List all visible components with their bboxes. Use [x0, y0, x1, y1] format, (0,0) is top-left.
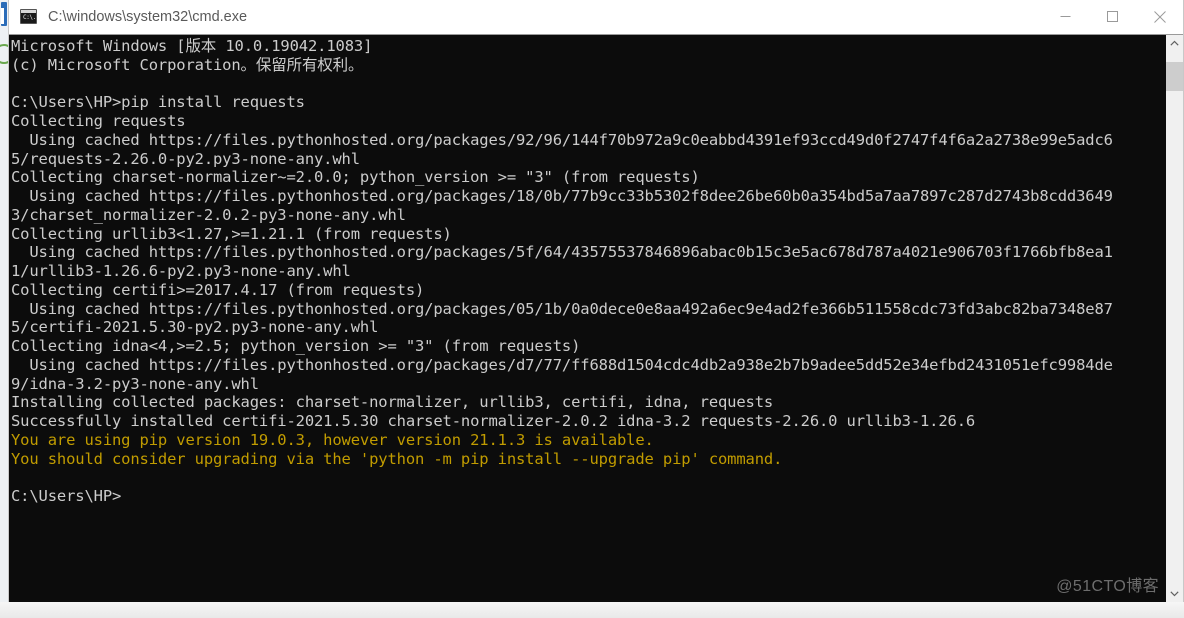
minimize-icon — [1060, 16, 1071, 17]
chevron-up-icon — [1170, 40, 1179, 46]
console-line: (c) Microsoft Corporation。保留所有权利。 — [11, 55, 364, 74]
background-window-fragment-blue — [1, 2, 7, 26]
console-line: Using cached https://files.pythonhosted.… — [11, 130, 1113, 149]
console-line: 5/certifi-2021.5.30-py2.py3-none-any.whl — [11, 318, 379, 337]
background-window-edge — [0, 0, 14, 618]
cmd-icon: C:\. — [20, 9, 37, 24]
console-line: Using cached https://files.pythonhosted.… — [11, 187, 1113, 205]
chevron-down-icon — [1170, 591, 1179, 597]
close-icon — [1153, 10, 1166, 23]
maximize-icon — [1107, 11, 1118, 22]
console-line: 5/requests-2.26.0-py2.py3-none-any.whl — [11, 149, 360, 168]
console-line: C:\Users\HP> — [11, 487, 122, 505]
console-line: Using cached https://files.pythonhosted.… — [11, 243, 1113, 262]
background-taskbar-strip — [0, 602, 1184, 618]
console-line: Collecting idna<4,>=2.5; python_version … — [11, 337, 581, 355]
console-scrollbar[interactable] — [1165, 35, 1183, 602]
scrollbar-up-button[interactable] — [1166, 35, 1183, 52]
scrollbar-thumb[interactable] — [1166, 62, 1183, 91]
console-line: Collecting charset-normalizer~=2.0.0; py… — [11, 168, 700, 187]
title-bar[interactable]: C:\. C:\windows\system32\cmd.exe — [9, 0, 1183, 34]
window-controls — [1042, 0, 1183, 33]
console-line: C:\Users\HP>pip install requests — [11, 93, 305, 112]
console-line: Successfully installed certifi-2021.5.30… — [11, 412, 976, 430]
scrollbar-track[interactable] — [1166, 52, 1183, 585]
minimize-button[interactable] — [1042, 0, 1089, 33]
maximize-button[interactable] — [1089, 0, 1136, 33]
console-line: Microsoft Windows [版本 10.0.19042.1083] — [11, 37, 373, 55]
console-line: Collecting urllib3<1.27,>=1.21.1 (from r… — [11, 224, 452, 243]
console-line: You should consider upgrading via the 'p… — [11, 449, 783, 468]
console-line: 3/charset_normalizer-2.0.2-py3-none-any.… — [11, 205, 406, 224]
console-line: Collecting requests — [11, 112, 186, 130]
console-area[interactable]: Microsoft Windows [版本 10.0.19042.1083] (c… — [9, 34, 1183, 602]
screen-root: C:\. C:\windows\system32\cmd.exe Microso… — [0, 0, 1184, 618]
console-output[interactable]: Microsoft Windows [版本 10.0.19042.1083] (c… — [9, 35, 1165, 602]
console-line: 1/urllib3-1.26.6-py2.py3-none-any.whl — [11, 262, 351, 280]
title-bar-left: C:\. C:\windows\system32\cmd.exe — [9, 9, 1042, 25]
window-title: C:\windows\system32\cmd.exe — [48, 8, 248, 25]
close-button[interactable] — [1136, 0, 1183, 33]
cmd-window: C:\. C:\windows\system32\cmd.exe Microso… — [8, 0, 1184, 602]
console-line: Using cached https://files.pythonhosted.… — [11, 355, 1113, 374]
cmd-icon-titlestrip — [21, 10, 36, 13]
cmd-icon-prompt-glyph: C:\. — [23, 14, 36, 21]
console-line: 9/idna-3.2-py3-none-any.whl — [11, 374, 259, 393]
console-line: You are using pip version 19.0.3, howeve… — [11, 430, 654, 449]
background-window-fragment-blue-inner — [1, 8, 4, 24]
console-line: Using cached https://files.pythonhosted.… — [11, 299, 1113, 318]
scrollbar-down-button[interactable] — [1166, 585, 1183, 602]
console-line: Collecting certifi>=2017.4.17 (from requ… — [11, 280, 425, 299]
console-line: Installing collected packages: charset-n… — [11, 393, 774, 412]
